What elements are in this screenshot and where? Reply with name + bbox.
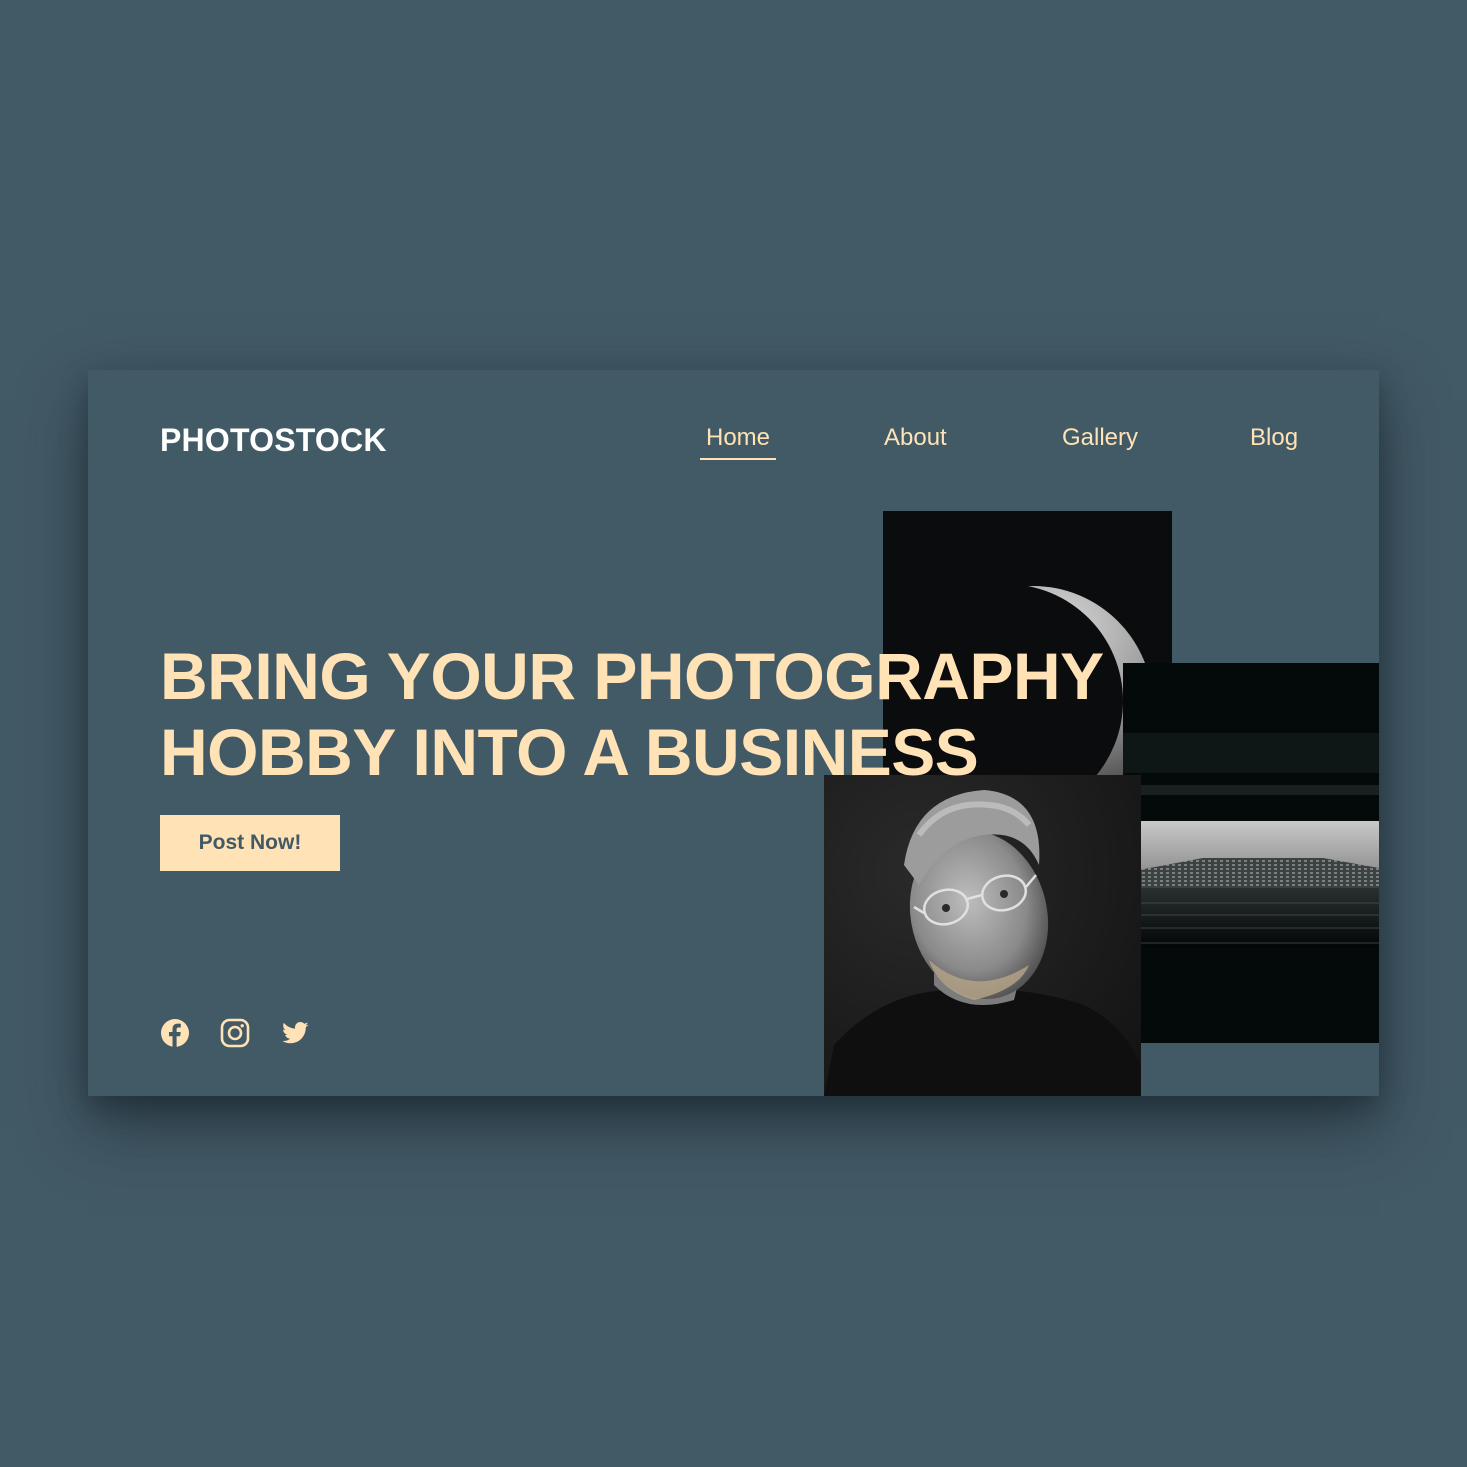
post-now-button[interactable]: Post Now! bbox=[160, 815, 340, 871]
hero-headline-line-1: BRING YOUR PHOTOGRAPHY bbox=[160, 639, 1104, 713]
hero-headline-line-2: HOBBY INTO A BUSINESS bbox=[160, 715, 979, 789]
hero-card: PHOTOSTOCK Home About Gallery Blog BRING… bbox=[88, 370, 1379, 1096]
twitter-icon[interactable] bbox=[280, 1018, 310, 1048]
nav-item-blog[interactable]: Blog bbox=[1244, 420, 1304, 458]
portrait-photo bbox=[824, 775, 1141, 1096]
nav-item-gallery[interactable]: Gallery bbox=[1056, 420, 1144, 458]
nav-item-about[interactable]: About bbox=[878, 420, 953, 458]
facebook-icon[interactable] bbox=[160, 1018, 190, 1048]
nav-item-home[interactable]: Home bbox=[700, 420, 777, 460]
logo[interactable]: PHOTOSTOCK bbox=[160, 422, 387, 459]
building-photo bbox=[1123, 663, 1379, 1043]
hero-headline: BRING YOUR PHOTOGRAPHY HOBBY INTO A BUSI… bbox=[160, 638, 1104, 790]
instagram-icon[interactable] bbox=[220, 1018, 250, 1048]
social-links bbox=[160, 1018, 310, 1048]
